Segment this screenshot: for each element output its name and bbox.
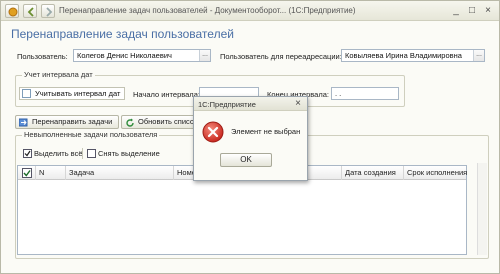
interval-checkbox-label: Учитывать интервал дат xyxy=(35,89,121,98)
checkbox-checked-icon xyxy=(22,168,32,178)
redirect-tasks-button[interactable]: Перенаправить задачи xyxy=(15,115,119,129)
column-check[interactable] xyxy=(18,166,36,180)
dialog-title-bar: 1С:Предприятие × xyxy=(194,97,307,111)
app-menu-button[interactable] xyxy=(5,4,19,18)
arrow-left-icon xyxy=(27,7,34,17)
column-task[interactable]: Задача xyxy=(66,166,174,180)
user-label: Пользователь: xyxy=(17,52,68,61)
target-user-value: Ковыляева Ирина Владимировна xyxy=(345,51,462,60)
end-interval-value: . . xyxy=(335,89,342,98)
user-field[interactable]: Колегов Денис Николаевич ... xyxy=(73,49,211,62)
redirect-icon xyxy=(19,118,28,127)
dialog-ok-button[interactable]: OK xyxy=(220,153,272,167)
target-user-field[interactable]: Ковыляева Ирина Владимировна ... xyxy=(341,49,485,62)
interval-checkbox-frame[interactable]: Учитывать интервал дат xyxy=(19,87,125,100)
tasks-group-caption: Невыполненные задачи пользователя xyxy=(22,130,160,139)
checkbox-unchecked-icon xyxy=(87,149,96,158)
refresh-list-button[interactable]: Обновить список xyxy=(121,115,201,129)
arrow-right-icon xyxy=(46,7,53,17)
dialog-close-button[interactable]: × xyxy=(295,98,301,109)
interval-group-caption: Учет интервала дат xyxy=(22,70,95,79)
clear-selection-button[interactable]: Снять выделение xyxy=(87,149,160,158)
user-select-button[interactable]: ... xyxy=(199,50,210,61)
maximize-button[interactable]: □ xyxy=(465,4,479,18)
column-number[interactable]: N xyxy=(36,166,66,180)
forward-button[interactable] xyxy=(41,4,55,18)
end-interval-field[interactable]: . . xyxy=(331,87,399,100)
select-all-button[interactable]: Выделить всё xyxy=(23,149,83,158)
checkbox-checked-icon xyxy=(23,149,32,158)
column-due-date[interactable]: Срок исполнения xyxy=(404,166,467,180)
refresh-icon xyxy=(126,118,134,127)
dialog-title: 1С:Предприятие xyxy=(198,100,256,109)
user-value: Колегов Денис Николаевич xyxy=(77,51,172,60)
refresh-list-label: Обновить список xyxy=(138,117,198,126)
column-created-date[interactable]: Дата создания xyxy=(342,166,404,180)
table-scrollbar[interactable] xyxy=(477,163,487,255)
select-all-label: Выделить всё xyxy=(34,149,83,158)
clear-selection-label: Снять выделение xyxy=(98,149,160,158)
app-logo-icon xyxy=(8,7,18,17)
start-interval-label: Начало интервала: xyxy=(133,90,200,99)
error-dialog: 1С:Предприятие × Элемент не выбран OK xyxy=(193,96,308,181)
minimize-button[interactable]: _ xyxy=(449,4,463,18)
toolbar-divider xyxy=(82,148,83,159)
error-icon xyxy=(202,121,224,143)
dialog-message: Элемент не выбран xyxy=(231,127,301,136)
target-user-label: Пользователь для переадресации: xyxy=(220,52,342,61)
redirect-tasks-label: Перенаправить задачи xyxy=(32,117,113,126)
close-button[interactable]: × xyxy=(481,4,495,18)
target-user-select-button[interactable]: ... xyxy=(473,50,484,61)
title-bar: Перенаправление задач пользователей - До… xyxy=(1,1,499,21)
window-title: Перенаправление задач пользователей - До… xyxy=(59,6,356,15)
interval-checkbox[interactable] xyxy=(22,89,31,98)
form-title: Перенаправление задач пользователей xyxy=(11,27,234,41)
back-button[interactable] xyxy=(23,4,37,18)
